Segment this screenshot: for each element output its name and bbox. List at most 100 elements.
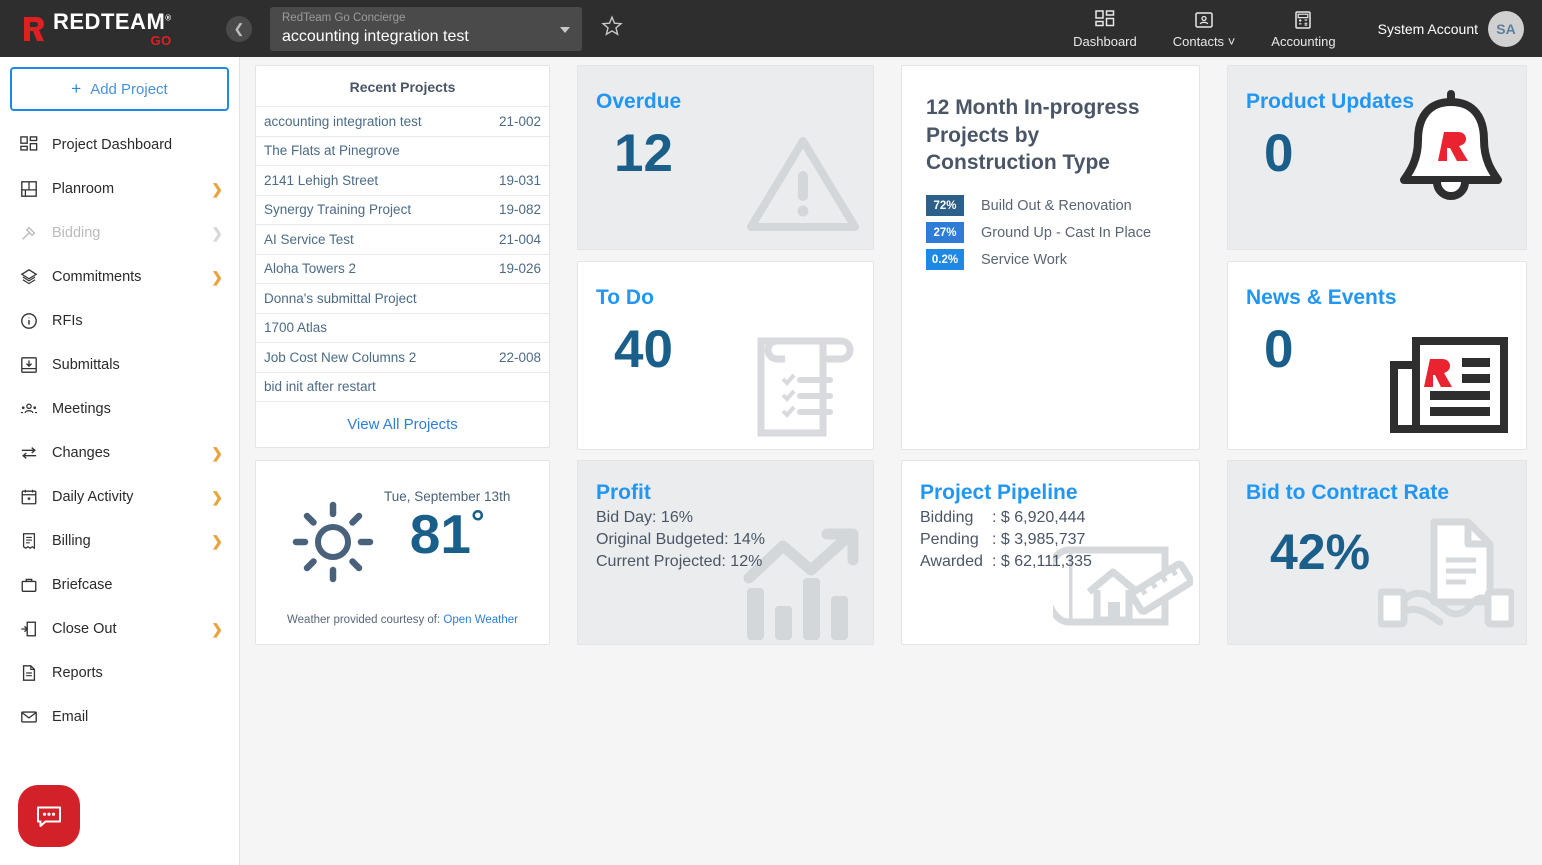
table-row[interactable]: bid init after restart (256, 372, 549, 402)
chart-title: 12 Month In-progress Projects by Constru… (902, 66, 1199, 177)
table-row[interactable]: Synergy Training Project19-082 (256, 195, 549, 225)
product-updates-card[interactable]: Product Updates 0 (1227, 65, 1527, 250)
app-logo[interactable]: REDTEAM® GO (0, 0, 240, 57)
legend-item[interactable]: 0.2% Service Work (926, 249, 1199, 270)
weather-credit-prefix: Weather provided courtesy of: (287, 614, 443, 626)
sidebar-label: Bidding (52, 225, 211, 241)
main-content: Recent Projects accounting integration t… (240, 57, 1542, 865)
view-all-projects-link[interactable]: View All Projects (256, 401, 549, 447)
todo-card[interactable]: To Do 40 (577, 261, 874, 450)
sidebar-label: Close Out (52, 621, 211, 637)
legend-label: Ground Up - Cast In Place (981, 225, 1151, 241)
sidebar-item-briefcase[interactable]: Briefcase (0, 563, 239, 607)
pipeline-line-label: Pending (920, 531, 992, 549)
chevron-down-icon: ˅ (1228, 34, 1236, 49)
logo-sub-text: GO (150, 34, 171, 47)
project-name: 1700 Atlas (264, 320, 327, 335)
chart-card-wrapper: 12 Month In-progress Projects by Constru… (901, 65, 1200, 450)
document-lines-icon (18, 662, 40, 684)
project-code: 21-004 (499, 232, 541, 247)
project-pipeline-card[interactable]: Project Pipeline Bidding: $ 6,920,444 Pe… (901, 460, 1200, 645)
favorite-star-button[interactable] (600, 14, 624, 43)
news-events-card[interactable]: News & Events 0 (1227, 261, 1527, 450)
dashboard-grid-icon (1095, 9, 1115, 31)
project-selector-label: RedTeam Go Concierge (282, 11, 556, 26)
table-row[interactable]: AI Service Test21-004 (256, 224, 549, 254)
open-weather-link[interactable]: Open Weather (443, 614, 518, 626)
sidebar-item-reports[interactable]: Reports (0, 651, 239, 695)
degree-symbol: ° (471, 504, 485, 542)
news-events-value: 0 (1228, 309, 1526, 376)
sidebar-label: Briefcase (52, 577, 223, 593)
exchange-arrows-icon (18, 442, 40, 464)
project-name: accounting integration test (264, 114, 422, 129)
topnav-item-contacts[interactable]: Contacts ˅ (1173, 9, 1236, 49)
table-row[interactable]: accounting integration test21-002 (256, 106, 549, 136)
legend-value-badge: 72% (926, 195, 964, 216)
table-row[interactable]: Job Cost New Columns 222-008 (256, 342, 549, 372)
project-selector[interactable]: RedTeam Go Concierge accounting integrat… (270, 7, 582, 51)
topnav-label-accounting: Accounting (1271, 34, 1335, 49)
chevron-down-icon (560, 27, 570, 33)
sidebar-item-email[interactable]: Email (0, 695, 239, 739)
dashboard-grid: Recent Projects accounting integration t… (255, 65, 1532, 645)
profit-line: Original Budgeted: 14% (578, 527, 873, 549)
sidebar-item-planroom[interactable]: Planroom ❯ (0, 167, 239, 211)
pipeline-line: Awarded: $ 62,111,335 (902, 549, 1199, 571)
inbox-download-icon (18, 354, 40, 376)
account-name: System Account (1378, 21, 1478, 37)
table-row[interactable]: 1700 Atlas (256, 313, 549, 343)
star-outline-icon (600, 14, 624, 38)
chevron-right-icon: ❯ (211, 225, 223, 242)
sidebar-item-rfis[interactable]: RFIs (0, 299, 239, 343)
sidebar-label: RFIs (52, 313, 223, 329)
sidebar-item-commitments[interactable]: Commitments ❯ (0, 255, 239, 299)
profit-title: Profit (578, 461, 873, 505)
topnav-item-dashboard[interactable]: Dashboard (1073, 9, 1137, 49)
legend-item[interactable]: 72% Build Out & Renovation (926, 195, 1199, 216)
sidebar-item-project-dashboard[interactable]: Project Dashboard (0, 123, 239, 167)
project-name: bid init after restart (264, 379, 376, 394)
product-updates-title: Product Updates (1228, 66, 1526, 113)
pipeline-line-value: : $ 62,111,335 (992, 553, 1092, 570)
chat-support-button[interactable] (18, 785, 80, 847)
bid-rate-wrapper: Bid to Contract Rate 42% (1227, 460, 1527, 645)
legend-item[interactable]: 27% Ground Up - Cast In Place (926, 222, 1199, 243)
avatar[interactable]: SA (1488, 11, 1524, 47)
sidebar-item-submittals[interactable]: Submittals (0, 343, 239, 387)
recent-projects-card: Recent Projects accounting integration t… (255, 65, 550, 448)
table-row[interactable]: Aloha Towers 219-026 (256, 254, 549, 284)
sidebar-item-billing[interactable]: Billing ❯ (0, 519, 239, 563)
topnav-item-accounting[interactable]: Accounting (1271, 9, 1335, 49)
sidebar-item-close-out[interactable]: Close Out ❯ (0, 607, 239, 651)
overdue-value: 12 (578, 113, 873, 180)
sidebar-item-changes[interactable]: Changes ❯ (0, 431, 239, 475)
exit-door-icon (18, 618, 40, 640)
bid-to-contract-rate-card[interactable]: Bid to Contract Rate 42% (1227, 460, 1527, 645)
product-updates-value: 0 (1228, 113, 1526, 180)
recent-projects-list: accounting integration test21-002 The Fl… (256, 106, 549, 401)
profit-line-label: Current Projected: (596, 553, 726, 570)
bid-rate-title: Bid to Contract Rate (1228, 461, 1526, 505)
briefcase-icon (18, 574, 40, 596)
sidebar: + Add Project Project Dashboard Planroom… (0, 57, 240, 865)
project-name: Donna's submittal Project (264, 291, 417, 306)
project-name: Job Cost New Columns 2 (264, 350, 416, 365)
sidebar-item-meetings[interactable]: Meetings (0, 387, 239, 431)
sidebar-collapse-button[interactable]: ❮ (226, 16, 252, 42)
add-project-button[interactable]: + Add Project (10, 67, 229, 111)
overdue-card[interactable]: Overdue 12 (577, 65, 874, 250)
project-code: 19-031 (499, 173, 541, 188)
table-row[interactable]: 2141 Lehigh Street19-031 (256, 165, 549, 195)
chat-bubble-icon (32, 799, 66, 833)
table-row[interactable]: Donna's submittal Project (256, 283, 549, 313)
sidebar-item-daily-activity[interactable]: Daily Activity ❯ (0, 475, 239, 519)
sidebar-label: Changes (52, 445, 211, 461)
planroom-layout-icon (18, 178, 40, 200)
accounting-calculator-icon (1293, 9, 1313, 31)
profit-line-label: Original Budgeted: (596, 531, 729, 548)
table-row[interactable]: The Flats at Pinegrove (256, 136, 549, 166)
redteam-logo-icon (22, 15, 48, 43)
profit-card[interactable]: Profit Bid Day: 16% Original Budgeted: 1… (577, 460, 874, 645)
legend-value-badge: 0.2% (926, 249, 964, 270)
